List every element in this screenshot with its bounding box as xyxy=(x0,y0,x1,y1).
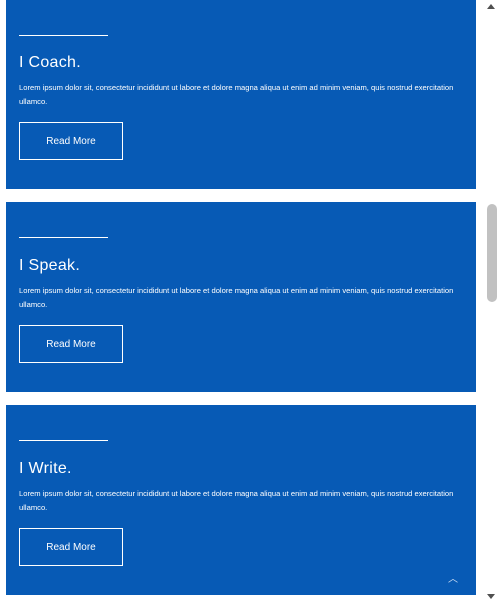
scrollbar-thumb[interactable] xyxy=(487,204,497,302)
page-content: I Coach. Lorem ipsum dolor sit, consecte… xyxy=(0,0,483,603)
card-title: I Coach. xyxy=(19,54,81,71)
scroll-down-arrow-icon[interactable] xyxy=(487,594,495,599)
read-more-button[interactable]: Read More xyxy=(19,528,123,566)
card-write: I Write. Lorem ipsum dolor sit, consecte… xyxy=(6,405,476,595)
chevron-up-icon: ︿ xyxy=(448,573,458,585)
card-coach: I Coach. Lorem ipsum dolor sit, consecte… xyxy=(6,0,476,189)
divider-line xyxy=(19,35,108,36)
card-title: I Speak. xyxy=(19,257,81,274)
divider-line xyxy=(19,440,108,441)
read-more-button[interactable]: Read More xyxy=(19,325,123,363)
read-more-button[interactable]: Read More xyxy=(19,122,123,160)
card-title: I Write. xyxy=(19,460,72,477)
scroll-up-arrow-icon[interactable] xyxy=(487,4,495,9)
divider-line xyxy=(19,237,108,238)
card-description: Lorem ipsum dolor sit, consectetur incid… xyxy=(19,286,454,309)
card-description: Lorem ipsum dolor sit, consectetur incid… xyxy=(19,83,454,106)
vertical-scrollbar[interactable] xyxy=(483,0,499,603)
card-description: Lorem ipsum dolor sit, consectetur incid… xyxy=(19,489,454,512)
card-speak: I Speak. Lorem ipsum dolor sit, consecte… xyxy=(6,202,476,392)
back-to-top-button[interactable]: ︿ xyxy=(446,570,460,585)
